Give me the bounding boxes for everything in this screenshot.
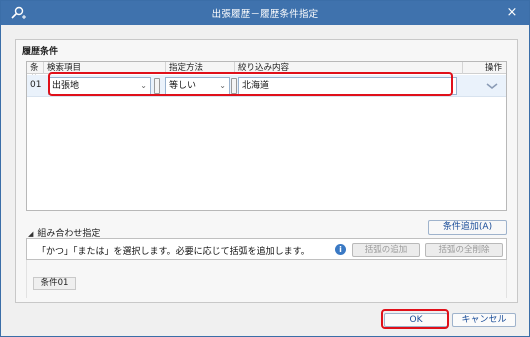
row-highlight bbox=[48, 72, 453, 96]
add-paren-button[interactable]: 括弧の追加 bbox=[352, 243, 420, 257]
title-bar: 出張履歴－履歴条件指定 × bbox=[1, 1, 529, 25]
history-condition-group: 履歴条件 条件 検索項目 指定方法 絞り込み内容 操作 01 出張地 ⌄ 等しい… bbox=[15, 39, 518, 303]
header-op: 操作 bbox=[484, 63, 502, 73]
ok-highlight bbox=[381, 309, 449, 329]
row-number: 01 bbox=[30, 80, 42, 90]
close-button[interactable]: × bbox=[503, 4, 521, 22]
delete-all-paren-button[interactable]: 括弧の全削除 bbox=[425, 243, 503, 257]
combination-area: 条件01 bbox=[26, 260, 507, 298]
cancel-button[interactable]: キャンセル bbox=[452, 313, 516, 327]
combination-description: 「かつ」「または」を選択します。必要に応じて括弧を追加します。 bbox=[37, 247, 310, 257]
add-condition-button[interactable]: 条件追加(A) bbox=[428, 220, 507, 235]
row-menu-chevron-icon[interactable] bbox=[484, 78, 500, 94]
window-title: 出張履歴－履歴条件指定 bbox=[211, 9, 319, 20]
collapse-triangle-icon: ◢ bbox=[28, 230, 34, 238]
info-icon: i bbox=[335, 244, 346, 255]
condition-chip[interactable]: 条件01 bbox=[33, 277, 76, 290]
header-cond: 条件 bbox=[27, 62, 44, 85]
section-title: 履歴条件 bbox=[22, 47, 59, 57]
dialog-window: 出張履歴－履歴条件指定 × 履歴条件 条件 検索項目 指定方法 絞り込み内容 操… bbox=[0, 0, 530, 337]
combination-header: 「かつ」「または」を選択します。必要に応じて括弧を追加します。 i 括弧の追加 … bbox=[26, 238, 507, 260]
